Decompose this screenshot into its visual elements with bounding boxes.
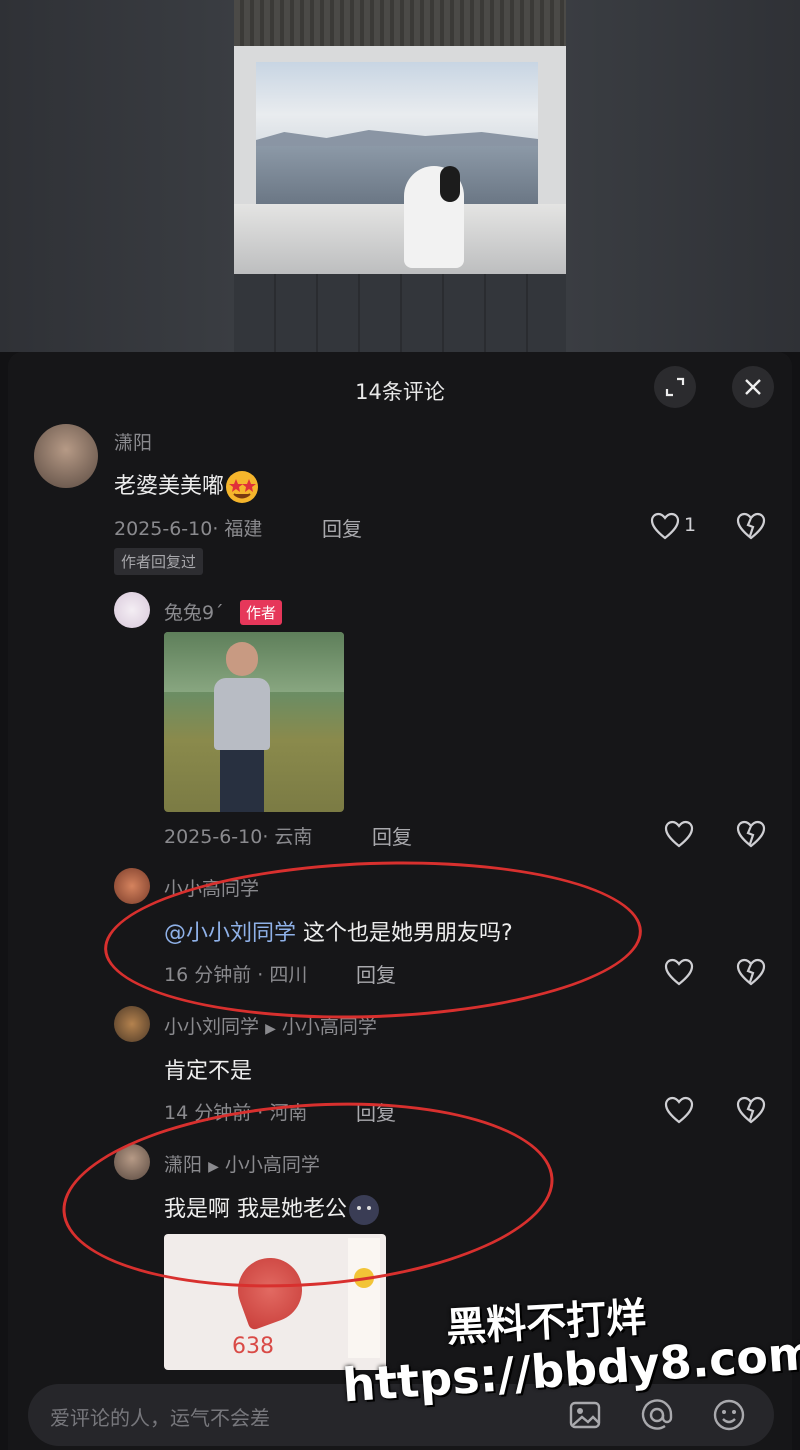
like-count: 1	[684, 514, 697, 536]
image-number: 638	[232, 1334, 274, 1359]
comment-text-content: 老婆美美嘟	[114, 474, 225, 499]
avatar[interactable]	[114, 592, 150, 628]
expand-button[interactable]	[654, 366, 696, 408]
reply-arrow-icon: ▶	[265, 1021, 276, 1037]
emoji-icon[interactable]	[712, 1398, 746, 1432]
background-wall	[0, 0, 234, 352]
photo-ledge	[234, 204, 566, 274]
background-wall	[566, 0, 800, 352]
close-button[interactable]	[732, 366, 774, 408]
author-replied-badge: 作者回复过	[114, 548, 204, 575]
reply-image[interactable]	[164, 632, 344, 812]
comment-text: 肯定不是	[164, 1059, 253, 1084]
comment-meta: 2025-6-10· 云南	[164, 826, 313, 848]
reply-button[interactable]: 回复	[322, 513, 362, 542]
heart-icon[interactable]	[650, 512, 680, 540]
star-eyes-emoji	[226, 471, 259, 503]
video-preview[interactable]	[0, 0, 800, 352]
close-icon	[745, 379, 761, 395]
avatar[interactable]	[114, 1006, 150, 1042]
dislike-icon[interactable]	[736, 1096, 766, 1124]
image-icon[interactable]	[568, 1398, 602, 1432]
at-icon[interactable]	[640, 1398, 674, 1432]
dislike-icon[interactable]	[736, 512, 766, 540]
reply-to-username[interactable]: 小小高同学	[282, 1016, 377, 1038]
image-head	[226, 642, 258, 676]
image-jeans	[220, 750, 264, 812]
photo-sea	[256, 146, 538, 204]
reply-button[interactable]: 回复	[372, 821, 412, 850]
comment-input[interactable]: 爱评论的人，运气不会差	[50, 1402, 270, 1431]
avatar[interactable]	[114, 868, 150, 904]
heart-icon[interactable]	[664, 958, 694, 986]
post-photo[interactable]	[234, 0, 566, 352]
heart-icon[interactable]	[664, 820, 694, 848]
comment-username[interactable]: 潇阳	[114, 428, 152, 455]
comment-username[interactable]: 兔兔9ˊ	[164, 598, 224, 625]
avatar[interactable]	[34, 424, 98, 488]
dislike-icon[interactable]	[736, 958, 766, 986]
comment-username[interactable]: 小小刘同学	[164, 1016, 259, 1038]
author-badge: 作者	[240, 600, 283, 625]
comment-meta: 2025-6-10· 福建	[114, 518, 263, 540]
image-shirt	[214, 678, 270, 750]
expand-icon	[665, 377, 685, 397]
heart-icon[interactable]	[664, 1096, 694, 1124]
dislike-icon[interactable]	[736, 820, 766, 848]
comment-text: 老婆美美嘟	[114, 468, 260, 505]
photo-floor	[234, 274, 566, 352]
photo-person-hair	[440, 166, 460, 202]
